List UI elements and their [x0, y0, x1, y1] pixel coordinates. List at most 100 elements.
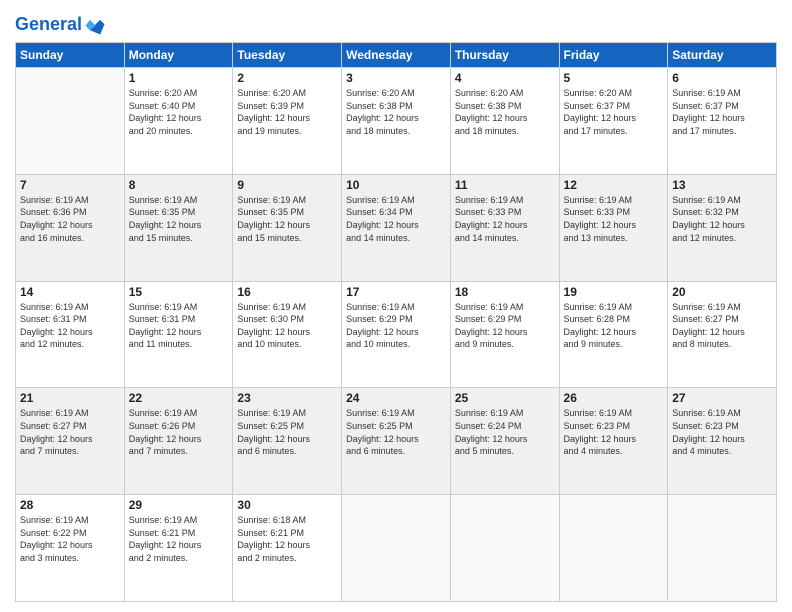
- day-info: Sunrise: 6:19 AM Sunset: 6:25 PM Dayligh…: [346, 407, 446, 457]
- week-row-3: 14 Sunrise: 6:19 AM Sunset: 6:31 PM Dayli…: [16, 281, 777, 388]
- day-number: 1: [129, 71, 229, 85]
- day-cell: 3 Sunrise: 6:20 AM Sunset: 6:38 PM Daylig…: [342, 68, 451, 175]
- day-cell: 1 Sunrise: 6:20 AM Sunset: 6:40 PM Daylig…: [124, 68, 233, 175]
- day-number: 2: [237, 71, 337, 85]
- day-info: Sunrise: 6:19 AM Sunset: 6:24 PM Dayligh…: [455, 407, 555, 457]
- day-info: Sunrise: 6:19 AM Sunset: 6:35 PM Dayligh…: [129, 194, 229, 244]
- day-cell: 13Sunrise: 6:19 AM Sunset: 6:32 PM Dayli…: [668, 174, 777, 281]
- day-cell: 27 Sunrise: 6:19 AM Sunset: 6:23 PM Dayli…: [668, 388, 777, 495]
- weekday-header-monday: Monday: [124, 43, 233, 68]
- day-number: 16: [237, 285, 337, 299]
- day-cell: [559, 495, 668, 602]
- day-info: Sunrise: 6:19 AM Sunset: 6:30 PM Dayligh…: [237, 301, 337, 351]
- day-number: 9: [237, 178, 337, 192]
- day-info: Sunrise: 6:20 AM Sunset: 6:40 PM Dayligh…: [129, 87, 229, 137]
- day-info: Sunrise: 6:19 AM Sunset: 6:29 PM Dayligh…: [346, 301, 446, 351]
- day-number: 26: [564, 391, 664, 405]
- day-info: Sunrise: 6:19 AM Sunset: 6:21 PM Dayligh…: [129, 514, 229, 564]
- day-info: Sunrise: 6:19 AM Sunset: 6:31 PM Dayligh…: [129, 301, 229, 351]
- day-cell: 5Sunrise: 6:20 AM Sunset: 6:37 PM Daylig…: [559, 68, 668, 175]
- day-number: 4: [455, 71, 555, 85]
- day-cell: 8 Sunrise: 6:19 AM Sunset: 6:35 PM Daylig…: [124, 174, 233, 281]
- calendar: SundayMondayTuesdayWednesdayThursdayFrid…: [15, 42, 777, 602]
- day-info: Sunrise: 6:19 AM Sunset: 6:27 PM Dayligh…: [672, 301, 772, 351]
- day-info: Sunrise: 6:18 AM Sunset: 6:21 PM Dayligh…: [237, 514, 337, 564]
- day-number: 30: [237, 498, 337, 512]
- day-info: Sunrise: 6:19 AM Sunset: 6:22 PM Dayligh…: [20, 514, 120, 564]
- day-number: 11: [455, 178, 555, 192]
- logo-icon: [84, 14, 106, 36]
- header: General: [15, 10, 777, 36]
- day-cell: 10 Sunrise: 6:19 AM Sunset: 6:34 PM Dayli…: [342, 174, 451, 281]
- day-number: 29: [129, 498, 229, 512]
- day-number: 7: [20, 178, 120, 192]
- day-info: Sunrise: 6:19 AM Sunset: 6:33 PM Dayligh…: [455, 194, 555, 244]
- day-cell: 22 Sunrise: 6:19 AM Sunset: 6:26 PM Dayli…: [124, 388, 233, 495]
- weekday-header-wednesday: Wednesday: [342, 43, 451, 68]
- day-number: 15: [129, 285, 229, 299]
- day-cell: 28 Sunrise: 6:19 AM Sunset: 6:22 PM Dayli…: [16, 495, 125, 602]
- day-number: 12: [564, 178, 664, 192]
- page: General SundayMondayTuesdayWednesdayThur…: [0, 0, 792, 612]
- day-number: 23: [237, 391, 337, 405]
- day-cell: [450, 495, 559, 602]
- weekday-header-row: SundayMondayTuesdayWednesdayThursdayFrid…: [16, 43, 777, 68]
- day-number: 28: [20, 498, 120, 512]
- weekday-header-sunday: Sunday: [16, 43, 125, 68]
- day-number: 6: [672, 71, 772, 85]
- day-number: 17: [346, 285, 446, 299]
- day-cell: 19Sunrise: 6:19 AM Sunset: 6:28 PM Dayli…: [559, 281, 668, 388]
- day-number: 27: [672, 391, 772, 405]
- day-cell: 17 Sunrise: 6:19 AM Sunset: 6:29 PM Dayli…: [342, 281, 451, 388]
- day-info: Sunrise: 6:20 AM Sunset: 6:37 PM Dayligh…: [564, 87, 664, 137]
- weekday-header-saturday: Saturday: [668, 43, 777, 68]
- day-cell: 20Sunrise: 6:19 AM Sunset: 6:27 PM Dayli…: [668, 281, 777, 388]
- logo-text: General: [15, 15, 82, 35]
- day-cell: 29 Sunrise: 6:19 AM Sunset: 6:21 PM Dayli…: [124, 495, 233, 602]
- day-cell: 6 Sunrise: 6:19 AM Sunset: 6:37 PM Daylig…: [668, 68, 777, 175]
- day-cell: [16, 68, 125, 175]
- day-cell: 24 Sunrise: 6:19 AM Sunset: 6:25 PM Dayli…: [342, 388, 451, 495]
- day-number: 13: [672, 178, 772, 192]
- day-info: Sunrise: 6:19 AM Sunset: 6:27 PM Dayligh…: [20, 407, 120, 457]
- week-row-5: 28 Sunrise: 6:19 AM Sunset: 6:22 PM Dayli…: [16, 495, 777, 602]
- day-cell: 14 Sunrise: 6:19 AM Sunset: 6:31 PM Dayli…: [16, 281, 125, 388]
- day-number: 10: [346, 178, 446, 192]
- day-info: Sunrise: 6:19 AM Sunset: 6:23 PM Dayligh…: [564, 407, 664, 457]
- day-number: 18: [455, 285, 555, 299]
- day-cell: 11 Sunrise: 6:19 AM Sunset: 6:33 PM Dayli…: [450, 174, 559, 281]
- day-info: Sunrise: 6:19 AM Sunset: 6:33 PM Dayligh…: [564, 194, 664, 244]
- day-number: 3: [346, 71, 446, 85]
- day-info: Sunrise: 6:19 AM Sunset: 6:37 PM Dayligh…: [672, 87, 772, 137]
- day-number: 24: [346, 391, 446, 405]
- day-info: Sunrise: 6:20 AM Sunset: 6:39 PM Dayligh…: [237, 87, 337, 137]
- day-info: Sunrise: 6:19 AM Sunset: 6:35 PM Dayligh…: [237, 194, 337, 244]
- weekday-header-tuesday: Tuesday: [233, 43, 342, 68]
- day-info: Sunrise: 6:19 AM Sunset: 6:31 PM Dayligh…: [20, 301, 120, 351]
- day-info: Sunrise: 6:19 AM Sunset: 6:23 PM Dayligh…: [672, 407, 772, 457]
- day-info: Sunrise: 6:19 AM Sunset: 6:34 PM Dayligh…: [346, 194, 446, 244]
- day-number: 8: [129, 178, 229, 192]
- day-info: Sunrise: 6:20 AM Sunset: 6:38 PM Dayligh…: [455, 87, 555, 137]
- logo: General: [15, 14, 106, 36]
- day-cell: 23 Sunrise: 6:19 AM Sunset: 6:25 PM Dayli…: [233, 388, 342, 495]
- day-cell: 18 Sunrise: 6:19 AM Sunset: 6:29 PM Dayli…: [450, 281, 559, 388]
- day-cell: 25Sunrise: 6:19 AM Sunset: 6:24 PM Dayli…: [450, 388, 559, 495]
- day-cell: 26 Sunrise: 6:19 AM Sunset: 6:23 PM Dayli…: [559, 388, 668, 495]
- day-cell: 16 Sunrise: 6:19 AM Sunset: 6:30 PM Dayli…: [233, 281, 342, 388]
- day-number: 21: [20, 391, 120, 405]
- day-cell: 30 Sunrise: 6:18 AM Sunset: 6:21 PM Dayli…: [233, 495, 342, 602]
- day-cell: 2 Sunrise: 6:20 AM Sunset: 6:39 PM Daylig…: [233, 68, 342, 175]
- day-info: Sunrise: 6:20 AM Sunset: 6:38 PM Dayligh…: [346, 87, 446, 137]
- week-row-2: 7Sunrise: 6:19 AM Sunset: 6:36 PM Daylig…: [16, 174, 777, 281]
- weekday-header-friday: Friday: [559, 43, 668, 68]
- day-number: 22: [129, 391, 229, 405]
- day-info: Sunrise: 6:19 AM Sunset: 6:29 PM Dayligh…: [455, 301, 555, 351]
- week-row-4: 21 Sunrise: 6:19 AM Sunset: 6:27 PM Dayli…: [16, 388, 777, 495]
- day-info: Sunrise: 6:19 AM Sunset: 6:26 PM Dayligh…: [129, 407, 229, 457]
- day-number: 14: [20, 285, 120, 299]
- week-row-1: 1 Sunrise: 6:20 AM Sunset: 6:40 PM Daylig…: [16, 68, 777, 175]
- day-info: Sunrise: 6:19 AM Sunset: 6:25 PM Dayligh…: [237, 407, 337, 457]
- day-cell: [668, 495, 777, 602]
- day-cell: 9 Sunrise: 6:19 AM Sunset: 6:35 PM Daylig…: [233, 174, 342, 281]
